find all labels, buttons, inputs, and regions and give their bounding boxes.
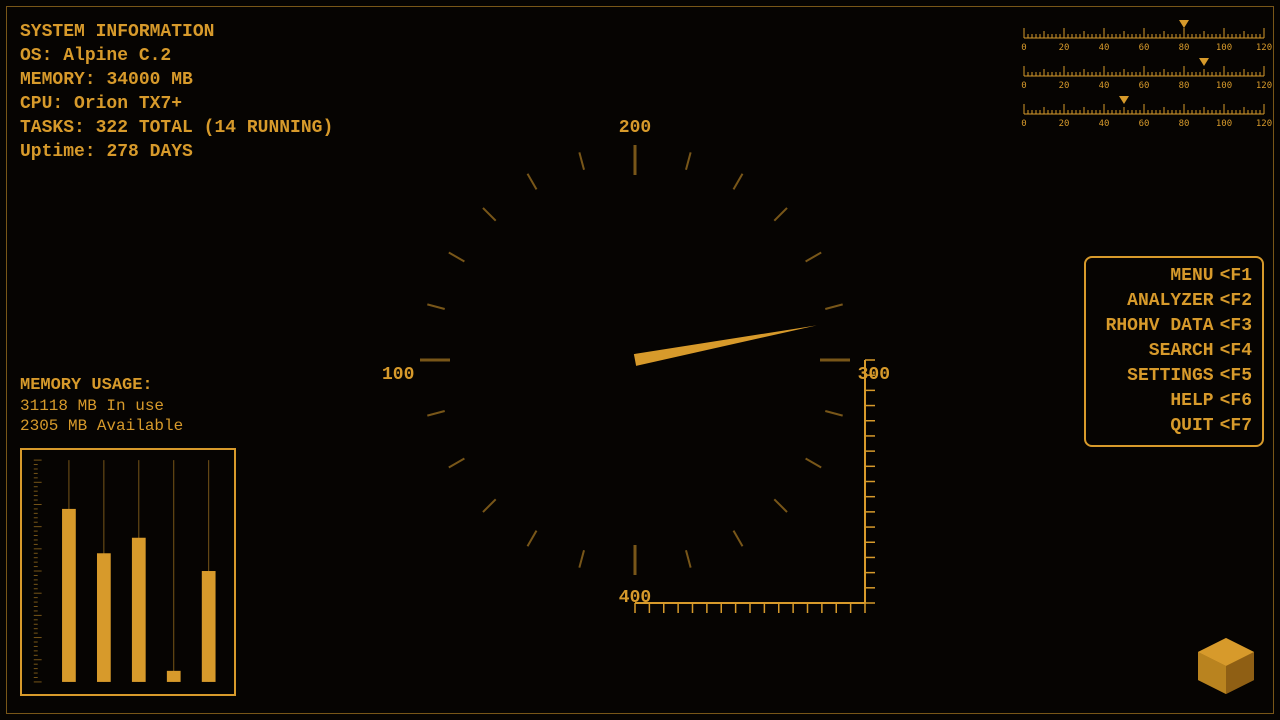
function-key-menu: MENU <F1 ANALYZER <F2 RHOHV DATA <F3 SEARCH <F4… — [1084, 256, 1264, 447]
gauge-label-left: 100 — [382, 365, 414, 385]
memory-usage-header: MEMORY USAGE: — [20, 376, 183, 396]
ruler-tick-label: 40 — [1099, 43, 1110, 53]
ruler-tick-label: 120 — [1256, 119, 1272, 129]
ruler-tick-label: 80 — [1179, 119, 1190, 129]
ruler-tick-label: 40 — [1099, 81, 1110, 91]
menu-item-label: ANALYZER — [1127, 291, 1213, 311]
ruler-tick-label: 80 — [1179, 43, 1190, 53]
bar — [167, 671, 181, 682]
sysinfo-cpu: CPU: Orion TX7+ — [20, 92, 333, 116]
ruler-tick-label: 100 — [1216, 81, 1232, 91]
ruler-tick-label: 0 — [1021, 119, 1026, 129]
menu-item-menu[interactable]: MENU <F1 — [1106, 264, 1252, 289]
sysinfo-os-label: OS: — [20, 46, 52, 66]
ruler-tick-label: 100 — [1216, 43, 1232, 53]
menu-item-label: SEARCH — [1149, 341, 1214, 361]
ruler-tick-label: 120 — [1256, 43, 1272, 53]
sysinfo-memory-label: MEMORY: — [20, 70, 96, 90]
menu-item-key: <F3 — [1220, 316, 1252, 336]
gauge-label-right: 300 — [858, 365, 890, 385]
ruler-tick-label: 80 — [1179, 81, 1190, 91]
bar — [132, 538, 146, 682]
menu-item-quit[interactable]: QUIT <F7 — [1106, 414, 1252, 439]
menu-item-help[interactable]: HELP <F6 — [1106, 389, 1252, 414]
menu-item-key: <F7 — [1220, 416, 1252, 436]
menu-item-label: RHOHV DATA — [1106, 316, 1214, 336]
gauge-needle — [634, 325, 817, 366]
sysinfo-cpu-value: Orion TX7+ — [74, 94, 182, 114]
menu-item-settings[interactable]: SETTINGS <F5 — [1106, 364, 1252, 389]
ruler-tick-label: 20 — [1059, 81, 1070, 91]
ruler-marker — [1119, 96, 1129, 104]
ruler-tick-label: 60 — [1139, 119, 1150, 129]
ruler-marker — [1179, 20, 1189, 28]
sysinfo-tasks-label: TASKS: — [20, 118, 85, 138]
ruler-tick-label: 0 — [1021, 43, 1026, 53]
sysinfo-uptime: Uptime: 278 DAYS — [20, 140, 333, 164]
cube-icon — [1192, 632, 1260, 700]
bar — [62, 509, 76, 682]
menu-item-rhohv-data[interactable]: RHOHV DATA <F3 — [1106, 314, 1252, 339]
sysinfo-tasks-value: 322 TOTAL (14 RUNNING) — [96, 118, 334, 138]
menu-item-label: MENU — [1170, 266, 1213, 286]
sysinfo-tasks: TASKS: 322 TOTAL (14 RUNNING) — [20, 116, 333, 140]
menu-item-key: <F4 — [1220, 341, 1252, 361]
gauge-label-top: 200 — [619, 118, 651, 138]
system-information-panel: SYSTEM INFORMATION OS: Alpine C.2 MEMORY… — [20, 20, 333, 164]
sysinfo-uptime-value: 278 DAYS — [106, 142, 192, 162]
ruler-tick-label: 120 — [1256, 81, 1272, 91]
sysinfo-memory: MEMORY: 34000 MB — [20, 68, 333, 92]
memory-bars-chart — [20, 448, 236, 696]
ruler-tick-label: 0 — [1021, 81, 1026, 91]
bar — [97, 553, 111, 682]
ruler-tick-label: 20 — [1059, 43, 1070, 53]
menu-item-key: <F1 — [1220, 266, 1252, 286]
sysinfo-memory-value: 34000 MB — [106, 70, 192, 90]
bar — [202, 571, 216, 682]
menu-item-label: QUIT — [1170, 416, 1213, 436]
sysinfo-os-value: Alpine C.2 — [63, 46, 171, 66]
menu-item-key: <F6 — [1220, 391, 1252, 411]
horizontal-rulers: 0204060801001200204060801001200204060801… — [1024, 20, 1264, 140]
ruler-tick-label: 20 — [1059, 119, 1070, 129]
gauge-label-bottom: 400 — [619, 588, 651, 608]
sysinfo-uptime-label: Uptime: — [20, 142, 96, 162]
memory-usage-panel: MEMORY USAGE: 31118 MB In use 2305 MB Av… — [20, 376, 183, 436]
memory-in-use: 31118 MB In use — [20, 396, 183, 416]
menu-item-key: <F2 — [1220, 291, 1252, 311]
sysinfo-cpu-label: CPU: — [20, 94, 63, 114]
ruler-tick-label: 40 — [1099, 119, 1110, 129]
memory-available: 2305 MB Available — [20, 416, 183, 436]
ruler-tick-label: 60 — [1139, 81, 1150, 91]
sysinfo-os: OS: Alpine C.2 — [20, 44, 333, 68]
main-gauge: 200 100 300 400 — [370, 110, 900, 640]
sysinfo-title: SYSTEM INFORMATION — [20, 20, 333, 44]
ruler-tick-label: 60 — [1139, 43, 1150, 53]
menu-item-label: SETTINGS — [1127, 366, 1213, 386]
menu-item-label: HELP — [1170, 391, 1213, 411]
menu-item-key: <F5 — [1220, 366, 1252, 386]
menu-item-analyzer[interactable]: ANALYZER <F2 — [1106, 289, 1252, 314]
menu-item-search[interactable]: SEARCH <F4 — [1106, 339, 1252, 364]
ruler-marker — [1199, 58, 1209, 66]
ruler-tick-label: 100 — [1216, 119, 1232, 129]
